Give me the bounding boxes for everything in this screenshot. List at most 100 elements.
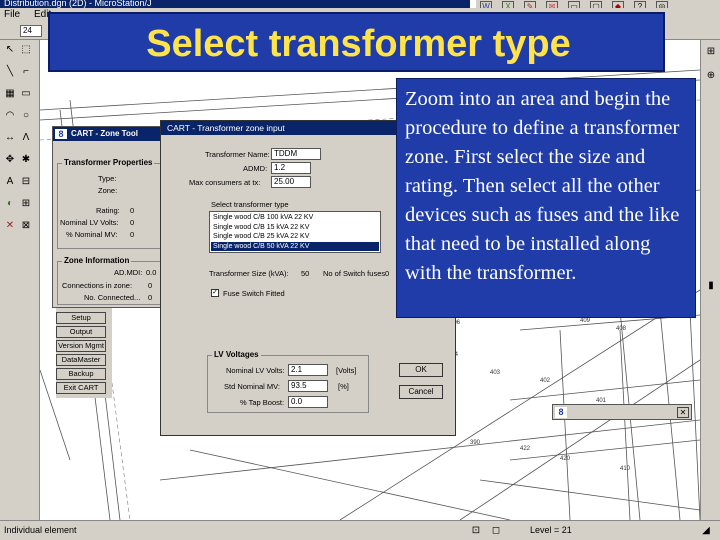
right-toolbar: ⊞ ⊕ ▮ <box>700 40 720 520</box>
rating-value: 0 <box>130 206 135 215</box>
transformer-name-input[interactable]: TDDM <box>271 148 321 160</box>
slide-title-banner: Select transformer type <box>48 12 665 72</box>
delete-icon[interactable]: ✕ <box>4 220 16 232</box>
nominal-lv-value: 0 <box>130 218 135 227</box>
select-type-label: Select transformer type <box>211 200 289 209</box>
resize-grip-icon[interactable]: ◢ <box>700 525 712 537</box>
parcel-number-label: 408 <box>616 326 627 332</box>
group-icon[interactable]: ⊠ <box>20 220 32 232</box>
modify-icon[interactable]: ↔ <box>4 132 16 144</box>
std-nominal-unit: [%] <box>338 382 349 391</box>
exit-cart-button[interactable]: Exit CART <box>56 382 106 394</box>
zone-tool-window: CART - Zone Tool 8 Transformer Propertie… <box>52 126 167 308</box>
status-bar: Individual element Level = 21 ⊡ ◻ ◢ <box>0 520 720 540</box>
manipulate-icon[interactable]: ✥ <box>4 154 16 166</box>
scroll-icon[interactable]: ▮ <box>705 280 717 292</box>
arc-icon[interactable]: ◠ <box>4 110 16 122</box>
dimension-icon[interactable]: ⊟ <box>20 176 32 188</box>
transformer-properties-group: Transformer Properties Type: Zone: Ratin… <box>57 158 161 249</box>
ok-button[interactable]: OK <box>399 363 443 377</box>
text-icon[interactable]: A <box>4 176 16 188</box>
tap-boost-input[interactable]: 0.0 <box>288 396 328 408</box>
fuse-switch-checkbox[interactable]: ✓ <box>211 289 219 297</box>
cell-icon[interactable]: ◐ <box>4 198 16 210</box>
transformer-type-item-selected[interactable]: Single wood C/B 50 kVA 22 KV <box>211 241 379 251</box>
block-icon[interactable]: ▭ <box>20 88 32 100</box>
app-title: Distribution.dgn (2D) - MicroStation/J <box>4 0 152 8</box>
layer-combo[interactable]: 24 <box>20 25 42 37</box>
datamaster-button[interactable]: DataMaster <box>56 354 106 366</box>
zone-information-label: Zone Information <box>62 256 132 265</box>
ad-mdi-label: AD.MDI: <box>114 268 143 277</box>
zone-tool-titlebar[interactable]: CART - Zone Tool <box>53 127 167 141</box>
cart-logo-icon: 8 <box>55 129 67 139</box>
parcel-number-label: 420 <box>560 456 571 462</box>
version-mgmt-button[interactable]: Version Mgmt <box>56 340 106 352</box>
std-nominal-label: Std Nominal MV: <box>224 382 280 391</box>
std-nominal-input[interactable]: 93.5 <box>288 380 328 392</box>
close-icon[interactable]: ✕ <box>677 407 689 418</box>
measure-icon[interactable]: Λ <box>20 132 32 144</box>
fuse-switch-label: Fuse Switch Fitted <box>223 289 285 298</box>
transformer-size-value: 50 <box>301 269 310 278</box>
circle-icon[interactable]: ○ <box>20 110 32 122</box>
type-label: Type: <box>98 174 117 183</box>
snap-icon[interactable]: ✱ <box>20 154 32 166</box>
tap-boost-label: % Tap Boost: <box>240 398 285 407</box>
parcel-number-label: 410 <box>620 466 631 472</box>
slide-title: Select transformer type <box>146 23 571 65</box>
left-toolbar: ↖ ⬚ ╲ ⌐ ▦ ▭ ◠ ○ ↔ Λ ✥ ✱ A ⊟ ◐ ⊞ ✕ ⊠ <box>0 40 40 520</box>
max-consumers-label: Max consumers at tx: <box>189 178 261 187</box>
nominal-lv-unit: [Volts] <box>336 366 357 375</box>
pattern-icon[interactable]: ⊞ <box>20 198 32 210</box>
polyline-icon[interactable]: ⌐ <box>20 66 32 78</box>
menu-file[interactable]: File <box>4 9 20 20</box>
transformer-type-item[interactable]: Single wood C/B 100 kVA 22 KV <box>211 213 379 223</box>
lock-icon[interactable]: ⊡ <box>470 525 482 537</box>
output-button[interactable]: Output <box>56 326 106 338</box>
zone-label: Zone: <box>98 186 118 195</box>
transformer-properties-label: Transformer Properties <box>62 158 155 167</box>
floating-palette[interactable]: 8 ✕ <box>552 404 692 420</box>
setup-button[interactable]: Setup <box>56 312 106 324</box>
lv-voltages-label: LV Voltages <box>212 350 261 359</box>
backup-button[interactable]: Backup <box>56 368 106 380</box>
admd-label: ADMD: <box>243 164 268 173</box>
max-consumers-input[interactable]: 25.00 <box>271 176 311 188</box>
app-titlebar: Distribution.dgn (2D) - MicroStation/J <box>0 0 470 8</box>
transformer-name-label: Transformer Name: <box>205 150 270 159</box>
zoom-in-icon[interactable]: ⊕ <box>705 70 717 82</box>
parcel-number-label: 390 <box>470 440 481 446</box>
cancel-button[interactable]: Cancel <box>399 385 443 399</box>
pct-nominal-mv-label: % Nominal MV: <box>66 230 118 239</box>
rating-label: Rating: <box>96 206 120 215</box>
line-icon[interactable]: ╲ <box>4 66 16 78</box>
admd-input[interactable]: 1.2 <box>271 162 311 174</box>
view-icon[interactable]: ⊞ <box>705 46 717 58</box>
parcel-number-label: 402 <box>540 378 551 384</box>
status-text: Individual element <box>4 525 77 535</box>
transformer-type-list[interactable]: Single wood C/B 100 kVA 22 KV Single woo… <box>209 211 381 253</box>
element-selection-icon[interactable]: ↖ <box>4 44 16 56</box>
status-level: Level = 21 <box>530 525 572 535</box>
nominal-lv-label: Nominal LV Volts: <box>60 218 119 227</box>
zone-tool-buttons: Setup Output Version Mgmt DataMaster Bac… <box>56 308 112 398</box>
switch-fuses-label: No of Switch fuses <box>323 269 386 278</box>
connections-label: Connections in zone: <box>62 281 133 290</box>
no-connected-value: 0 <box>148 293 153 302</box>
fence-icon[interactable]: ⬚ <box>20 44 32 56</box>
ad-mdi-value: 0.0 <box>146 268 157 277</box>
switch-fuses-value: 0 <box>385 269 390 278</box>
shape-icon[interactable]: ▦ <box>4 88 16 100</box>
snap-status-icon[interactable]: ◻ <box>490 525 502 537</box>
parcel-number-label: 409 <box>580 318 591 324</box>
zone-information-group: Zone Information AD.MDI: 0.0 Connections… <box>57 256 161 305</box>
transformer-type-item[interactable]: Single wood C/B 25 kVA 22 KV <box>211 232 379 242</box>
parcel-number-label: 403 <box>490 370 501 376</box>
instruction-note: Zoom into an area and begin the procedur… <box>396 78 696 318</box>
nominal-lv-input[interactable]: 2.1 <box>288 364 328 376</box>
instruction-text: Zoom into an area and begin the procedur… <box>405 88 680 284</box>
lv-voltages-group: LV Voltages Nominal LV Volts: 2.1 [Volts… <box>207 350 369 413</box>
transformer-type-item[interactable]: Single wood C/B 15 kVA 22 KV <box>211 223 379 233</box>
connections-value: 0 <box>148 281 153 290</box>
